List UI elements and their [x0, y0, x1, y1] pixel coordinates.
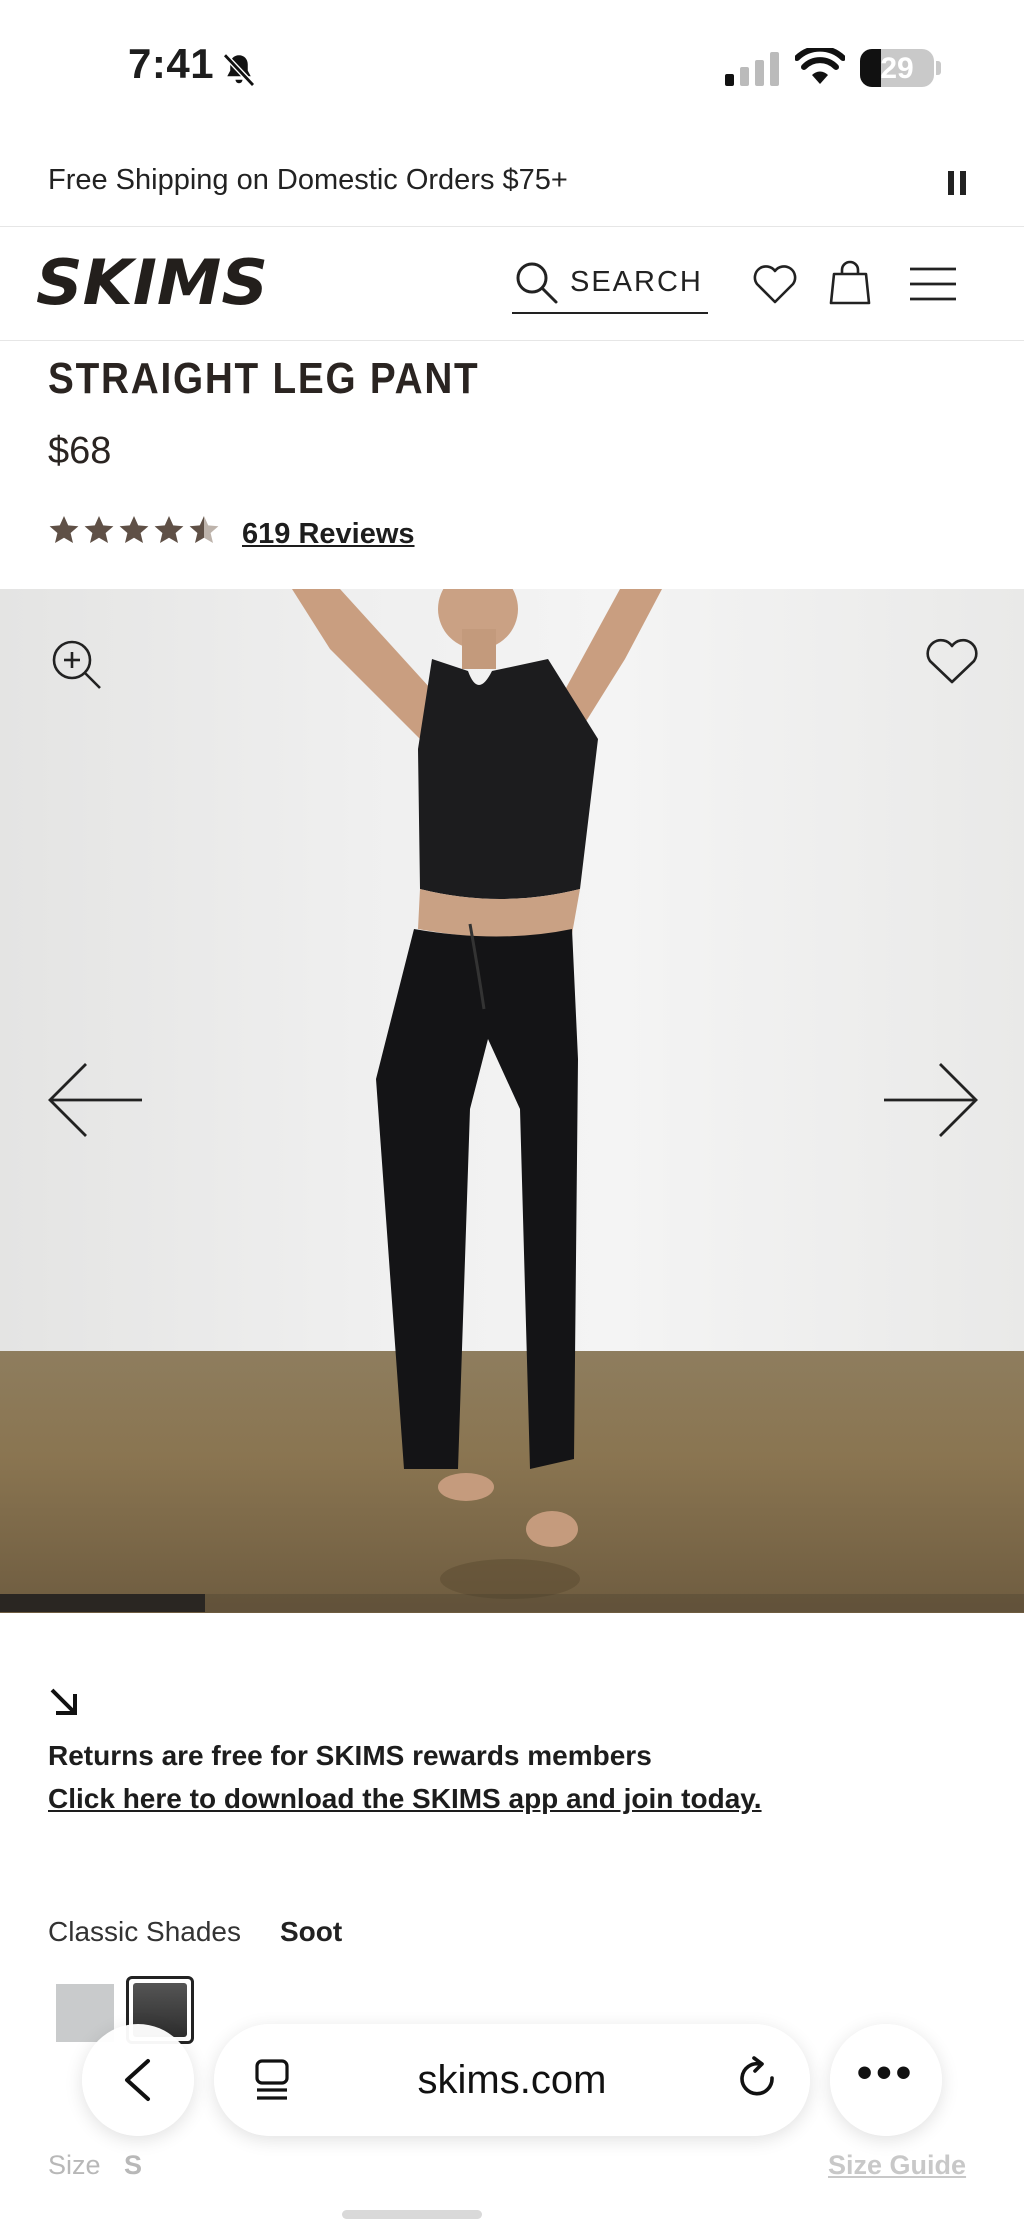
cellular-signal-icon: [725, 52, 779, 86]
browser-more-button[interactable]: •••: [830, 2024, 942, 2136]
chevron-left-icon: [125, 2059, 150, 2101]
gallery-progress-fill: [0, 1594, 205, 1612]
size-selected-value: S: [124, 2150, 143, 2180]
returns-info-text: Returns are free for SKIMS rewards membe…: [48, 1740, 652, 1771]
url-text[interactable]: skims.com: [214, 2058, 810, 2103]
gallery-progress: [0, 1594, 1024, 1612]
reviews-link[interactable]: 619 Reviews: [242, 518, 415, 551]
size-guide-link[interactable]: Size Guide: [828, 2150, 966, 2181]
zoom-in-icon[interactable]: [50, 638, 102, 690]
product-image[interactable]: [0, 589, 1024, 1613]
battery-icon: 29: [860, 49, 934, 87]
shade-label: Classic Shades: [48, 1916, 241, 1947]
shopping-bag-icon[interactable]: [828, 260, 872, 306]
search-label: SEARCH: [570, 265, 703, 298]
shade-selected-value: Soot: [280, 1916, 343, 1947]
rating-stars[interactable]: [48, 514, 220, 546]
pause-icon[interactable]: [946, 171, 968, 195]
model-figure: [292, 589, 662, 1599]
star-icon: [119, 516, 149, 543]
menu-icon[interactable]: [908, 266, 958, 302]
download-app-link[interactable]: Click here to download the SKIMS app and…: [48, 1783, 762, 1815]
size-label: Size: [48, 2150, 101, 2180]
divider: [0, 226, 1024, 227]
star-icon: [189, 516, 219, 543]
search-icon: [516, 262, 558, 304]
battery-nub: [936, 61, 941, 75]
bell-slash-icon: [222, 53, 256, 87]
divider: [0, 340, 1024, 341]
battery-percent: 29: [880, 52, 914, 85]
arrow-down-right-icon: [50, 1688, 77, 1715]
star-icon: [154, 516, 184, 543]
heart-outline-icon[interactable]: [924, 636, 980, 686]
star-icon: [49, 516, 79, 543]
search-button[interactable]: SEARCH: [512, 252, 708, 314]
browser-back-button[interactable]: [82, 2024, 194, 2136]
status-time: 7:41: [128, 40, 215, 87]
arrow-right-icon[interactable]: [880, 1060, 980, 1140]
heart-icon[interactable]: [752, 262, 798, 306]
size-option-bar: [342, 2210, 482, 2219]
skims-logo[interactable]: SKIMS: [36, 250, 272, 314]
promo-banner-text[interactable]: Free Shipping on Domestic Orders $75+: [48, 164, 568, 197]
star-icon: [84, 516, 114, 543]
arrow-left-icon[interactable]: [46, 1060, 146, 1140]
more-icon: •••: [856, 2048, 916, 2097]
wifi-icon: [795, 48, 845, 84]
product-title: STRAIGHT LEG PANT: [48, 354, 480, 403]
product-price: $68: [48, 430, 112, 472]
svg-text:SKIMS: SKIMS: [36, 250, 268, 314]
reload-icon[interactable]: [736, 2056, 780, 2102]
browser-address-bar[interactable]: skims.com: [214, 2024, 810, 2136]
